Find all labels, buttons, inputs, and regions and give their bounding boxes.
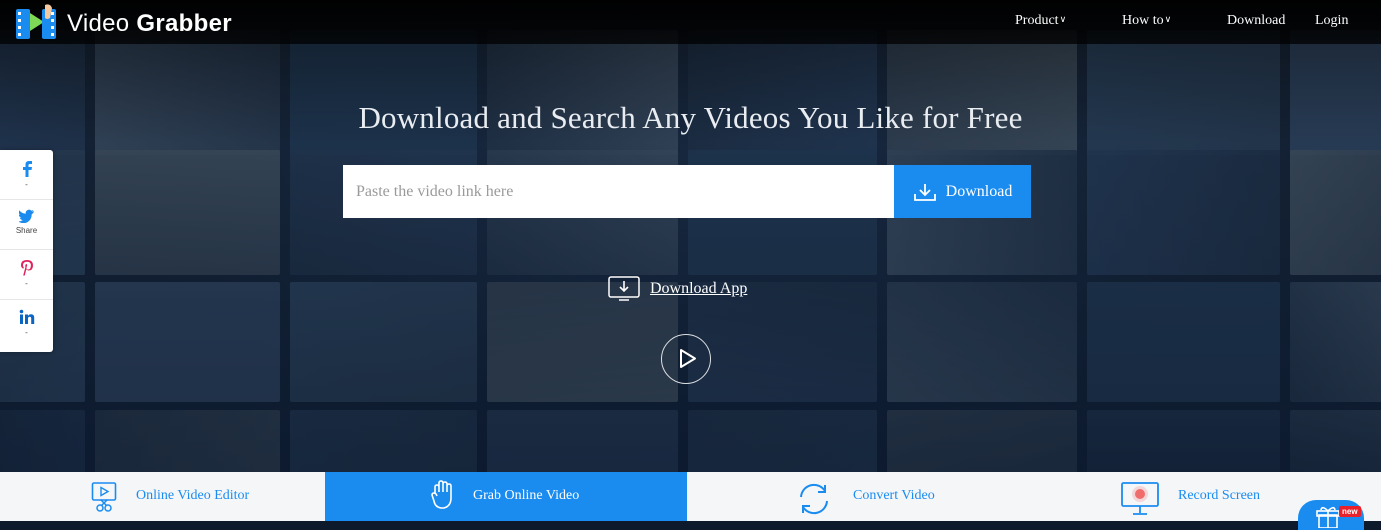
feature-tabs-bar: Online Video Editor Grab Online Video Co… <box>0 472 1381 521</box>
download-app-icon <box>608 276 640 301</box>
brand-name[interactable]: Video Grabber <box>67 10 232 38</box>
nav-login[interactable]: Login <box>1315 13 1348 29</box>
tab-grab-online-video[interactable]: Grab Online Video <box>325 472 687 521</box>
chevron-down-icon: ∨ <box>1164 14 1172 24</box>
linkedin-icon <box>19 309 34 324</box>
twitter-icon <box>18 209 34 223</box>
nav-download[interactable]: Download <box>1227 13 1285 29</box>
download-button[interactable]: Download <box>894 165 1031 218</box>
share-twitter[interactable]: Share <box>0 200 53 250</box>
download-icon <box>913 183 936 201</box>
gift-icon <box>1316 506 1340 528</box>
hero-background <box>0 0 1381 472</box>
video-grabber-logo-icon[interactable] <box>14 3 58 41</box>
pinterest-icon <box>20 260 33 276</box>
nav-how-to[interactable]: How to∨ <box>1122 13 1171 29</box>
page-headline: Download and Search Any Videos You Like … <box>358 100 1023 135</box>
play-video-button[interactable] <box>661 334 711 384</box>
share-pinterest[interactable]: - <box>0 250 53 300</box>
download-app-label[interactable]: Download App <box>650 280 747 298</box>
chevron-down-icon: ∨ <box>1059 14 1067 24</box>
facebook-icon <box>22 161 32 177</box>
video-editor-icon <box>91 482 117 512</box>
convert-icon <box>800 483 828 515</box>
top-navigation: Video Grabber Product∨ How to∨ Download … <box>0 0 1381 44</box>
social-share-sidebar: - Share - - <box>0 150 53 352</box>
play-icon <box>680 349 696 368</box>
nav-product[interactable]: Product∨ <box>1015 13 1066 29</box>
download-app-link[interactable]: Download App <box>608 276 747 302</box>
record-screen-icon <box>1121 482 1159 515</box>
video-link-input[interactable] <box>343 165 894 218</box>
new-badge: new <box>1339 506 1361 517</box>
tab-convert-video[interactable]: Convert Video <box>687 472 1026 521</box>
tab-online-video-editor[interactable]: Online Video Editor <box>0 472 325 521</box>
share-linkedin[interactable]: - <box>0 300 53 350</box>
share-facebook[interactable]: - <box>0 150 53 200</box>
grab-hand-icon <box>431 480 452 509</box>
